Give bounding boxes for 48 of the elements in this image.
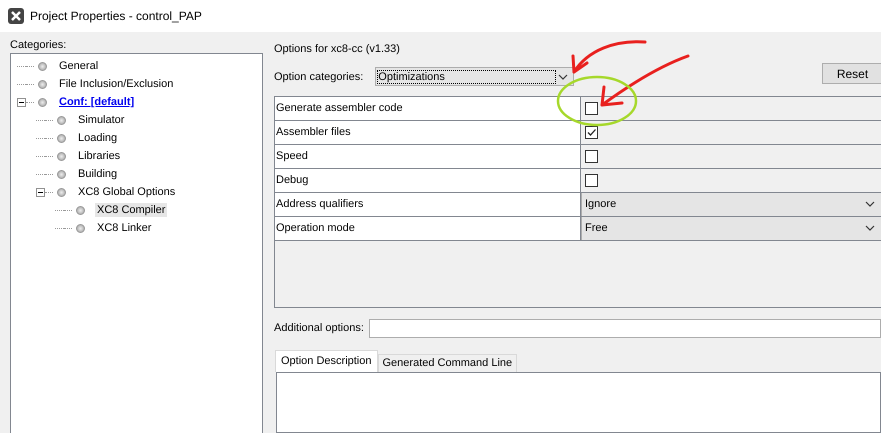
collapse-icon[interactable]: [17, 98, 26, 106]
tab[interactable]: Generated Command Line: [378, 354, 518, 372]
tree-item[interactable]: File Inclusion/Exclusion: [57, 77, 176, 91]
chevron-down-icon: [865, 201, 875, 208]
chevron-down-icon: [558, 74, 568, 80]
tree-item[interactable]: XC8 Compiler: [95, 203, 168, 217]
option-name: Generate assembler code: [275, 96, 581, 120]
tree-item[interactable]: Libraries: [76, 149, 122, 163]
categories-label: Categories:: [10, 39, 68, 51]
additional-options-field[interactable]: [368, 318, 881, 338]
tab[interactable]: Option Description: [275, 350, 378, 372]
option-categories-label: Option categories:: [274, 70, 364, 83]
tree-item[interactable]: Loading: [76, 131, 120, 145]
tree-item[interactable]: Building: [76, 167, 120, 181]
tree-item[interactable]: Simulator: [76, 113, 126, 127]
checkbox[interactable]: [585, 150, 598, 163]
tree-item[interactable]: General: [57, 59, 100, 73]
option-name: Address qualifiers: [275, 192, 581, 216]
node-icon: [76, 206, 85, 214]
node-icon: [38, 98, 47, 106]
value-dropdown[interactable]: Ignore: [581, 192, 881, 216]
option-name: Operation mode: [275, 216, 581, 240]
option-name: Debug: [275, 168, 581, 192]
node-icon: [38, 80, 47, 88]
option-name: Speed: [275, 144, 581, 168]
value-dropdown[interactable]: Free: [581, 216, 881, 240]
tree-item[interactable]: XC8 Global Options: [76, 185, 178, 199]
reset-button[interactable]: Reset: [822, 63, 881, 84]
checkbox[interactable]: [585, 102, 598, 115]
node-icon: [57, 170, 66, 178]
tree-link[interactable]: Conf: [default]: [57, 95, 136, 109]
tree-item[interactable]: XC8 Linker: [95, 221, 154, 235]
node-icon: [57, 134, 66, 142]
node-icon: [57, 188, 66, 196]
options-heading: Options for xc8-cc (v1.33): [274, 43, 401, 55]
chevron-down-icon: [865, 225, 875, 232]
checkbox[interactable]: [585, 126, 598, 139]
checkbox[interactable]: [585, 174, 598, 187]
node-icon: [38, 62, 47, 70]
node-icon: [57, 152, 66, 160]
additional-options-label: Additional options:: [274, 322, 364, 334]
option-categories-dropdown[interactable]: Optimizations: [375, 67, 574, 86]
window-title: Project Properties - control_PAP: [30, 9, 202, 23]
node-icon: [57, 116, 66, 124]
option-name: Assembler files: [275, 120, 581, 144]
node-icon: [76, 224, 85, 232]
collapse-icon[interactable]: [36, 188, 45, 196]
app-icon: [8, 8, 24, 24]
